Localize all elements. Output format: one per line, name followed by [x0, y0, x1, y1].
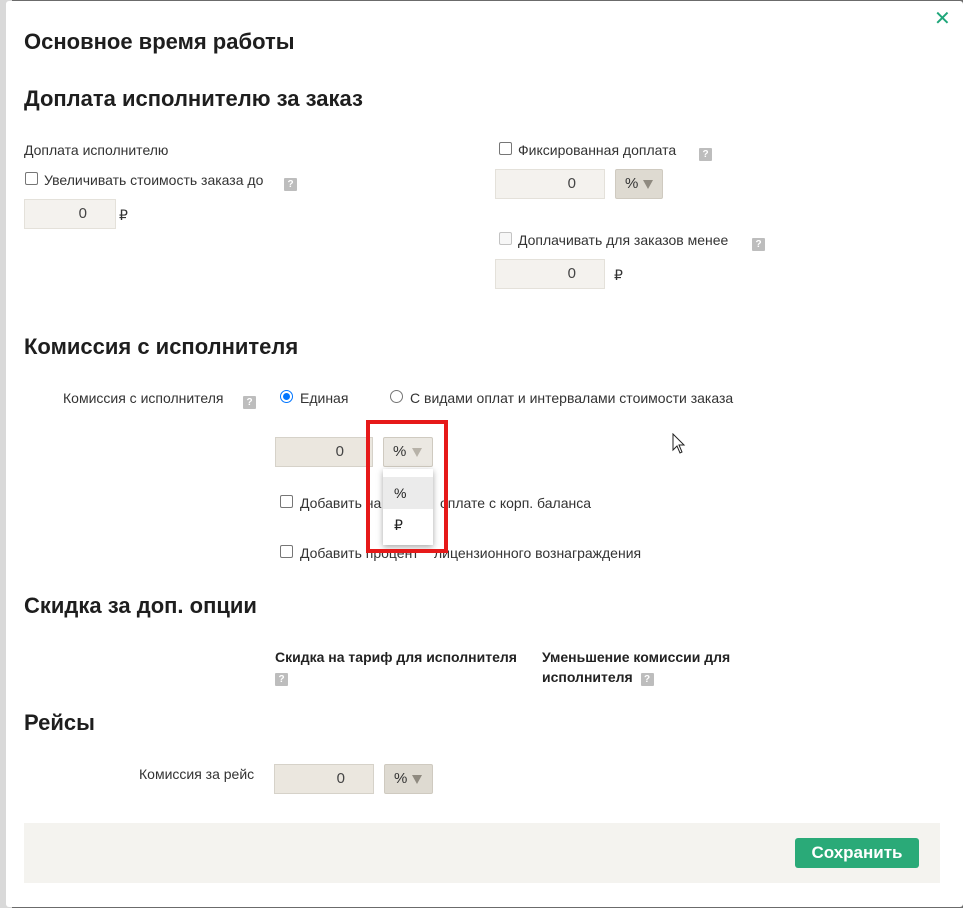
save-button[interactable]: Сохранить	[795, 838, 919, 868]
trip-commission-label: Комиссия за рейс	[139, 766, 255, 782]
trips-heading: Рейсы	[24, 710, 95, 735]
help-icon[interactable]: ?	[640, 673, 654, 686]
less-than-input[interactable]: 0	[495, 259, 605, 289]
chevron-down-icon	[412, 775, 422, 784]
radio-single-label: Единая	[300, 390, 349, 406]
help-icon[interactable]: ?	[284, 174, 297, 192]
highlight-box	[366, 420, 448, 553]
currency-label: ₽	[614, 267, 623, 283]
increase-cost-input[interactable]: 0	[24, 199, 116, 229]
radio-by-types[interactable]	[390, 390, 403, 408]
chevron-down-icon	[643, 180, 653, 189]
increase-cost-checkbox[interactable]	[25, 172, 38, 190]
help-icon[interactable]: ?	[699, 144, 712, 162]
trip-commission-input[interactable]: 0	[274, 764, 374, 794]
surcharge-label: Доплата исполнителю	[24, 142, 169, 158]
commission-value-input[interactable]: 0	[275, 437, 373, 467]
discount-col1-header: Скидка на тариф для исполнителя ?	[275, 649, 517, 686]
currency-label: ₽	[119, 207, 128, 223]
trip-commission-unit-select[interactable]: %	[384, 764, 433, 794]
fixed-surcharge-label: Фиксированная доплата	[518, 142, 677, 158]
cursor-icon	[672, 433, 686, 454]
fixed-surcharge-checkbox[interactable]	[499, 142, 512, 160]
help-icon[interactable]: ?	[275, 673, 288, 686]
modal-dialog: ✕ Основное время работы Доплата исполнит…	[6, 1, 963, 907]
corp-balance-checkbox[interactable]	[280, 495, 293, 513]
license-checkbox[interactable]	[280, 545, 293, 563]
license-label-right: лицензионного вознаграждения	[434, 545, 642, 561]
fixed-surcharge-unit-select[interactable]: %	[615, 169, 663, 199]
discount-heading: Скидка за доп. опции	[24, 593, 257, 618]
commission-heading: Комиссия с исполнителя	[24, 334, 299, 359]
less-than-checkbox[interactable]	[499, 232, 512, 250]
radio-single[interactable]	[280, 390, 293, 408]
radio-by-types-label: С видами оплат и интервалами стоимости з…	[410, 390, 734, 406]
commission-row-label: Комиссия с исполнителя	[63, 390, 224, 406]
corp-balance-label-right: оплате с корп. баланса	[440, 495, 592, 511]
close-icon[interactable]: ✕	[934, 6, 951, 31]
help-icon[interactable]: ?	[243, 392, 256, 410]
help-icon[interactable]: ?	[752, 234, 765, 252]
modal-title: Основное время работы	[24, 29, 295, 54]
fixed-surcharge-input[interactable]: 0	[495, 169, 605, 199]
increase-cost-label: Увеличивать стоимость заказа до	[44, 172, 264, 188]
less-than-label: Доплачивать для заказов менее	[518, 232, 729, 248]
discount-col2-header: Уменьшение комиссии для исполнителя ?	[542, 649, 731, 686]
surcharge-heading: Доплата исполнителю за заказ	[24, 86, 363, 111]
